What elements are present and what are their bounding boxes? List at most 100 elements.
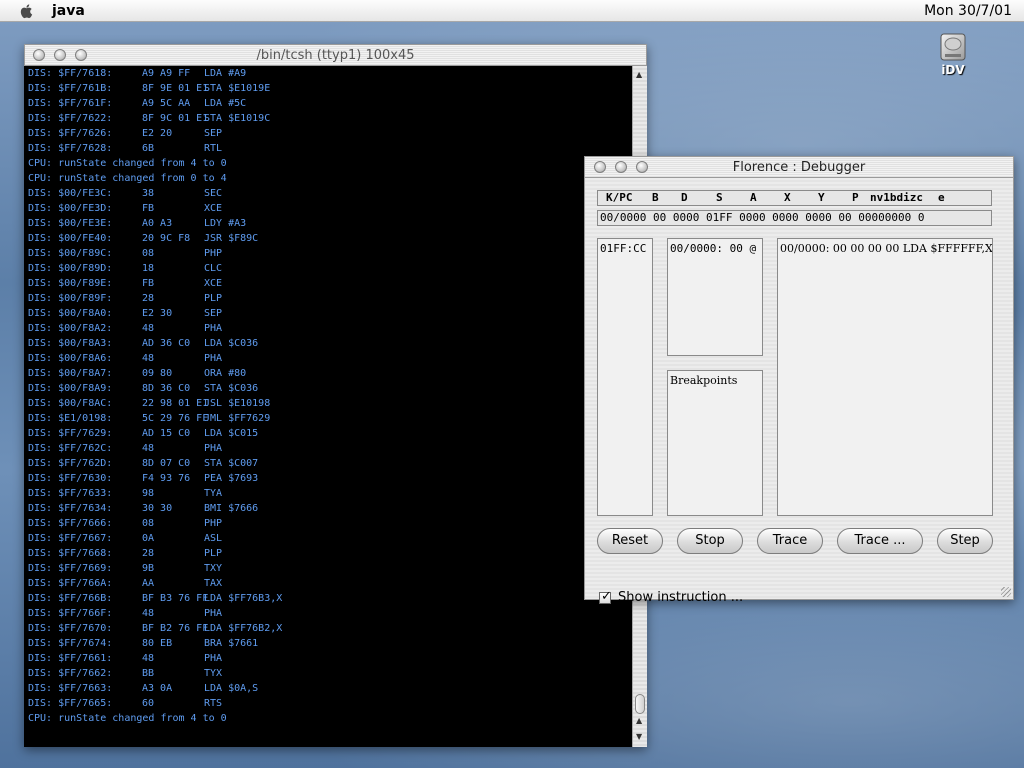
terminal-line: DIS: $FF/7628: 6B RTL xyxy=(28,141,282,156)
line-bytes: 48 xyxy=(142,353,155,364)
line-instruction: RTS xyxy=(204,698,223,709)
line-bytes: AD 36 C0 xyxy=(142,338,191,349)
show-instruction-checkbox[interactable]: ✓ xyxy=(599,589,612,604)
line-bytes: 80 EB xyxy=(142,638,173,649)
register-header-cell: P xyxy=(852,191,859,204)
checkmark-icon: ✓ xyxy=(601,589,612,604)
debugger-titlebar[interactable]: Florence : Debugger xyxy=(584,156,1014,178)
stop-button[interactable]: Stop xyxy=(677,528,743,554)
line-address: DIS: $00/F8A3: xyxy=(28,338,113,349)
line-address: DIS: $FF/7670: xyxy=(28,623,113,634)
line-address: DIS: $FF/7634: xyxy=(28,503,113,514)
app-menu[interactable]: java xyxy=(52,3,85,19)
terminal-output[interactable]: DIS: $FF/7618: A9 A9 FF LDA #A9 DIS: $FF/76… xyxy=(24,66,632,747)
line-bytes: 60 xyxy=(142,698,155,709)
line-address: DIS: $FF/7661: xyxy=(28,653,113,664)
register-header-cell: e xyxy=(938,191,945,204)
stack-panel[interactable]: 01FF:CC xyxy=(597,238,653,516)
show-instruction-label[interactable]: Show instruction ... xyxy=(618,590,743,605)
line-instruction: SEP xyxy=(204,128,223,139)
line-address: DIS: $FF/7674: xyxy=(28,638,113,649)
line-bytes: 5C 29 76 FF xyxy=(142,413,209,424)
terminal-line: DIS: $00/F89E: FB XCE xyxy=(28,276,282,291)
resize-grip-icon[interactable] xyxy=(1001,587,1011,597)
terminal-line: DIS: $FF/7668: 28 PLP xyxy=(28,546,282,561)
line-address: DIS: $FF/766A: xyxy=(28,578,113,589)
line-instruction: LDA $0A,S xyxy=(204,683,259,694)
terminal-line: DIS: $FF/7662: BB TYX xyxy=(28,666,282,681)
hard-disk-icon[interactable] xyxy=(936,32,970,62)
line-address: DIS: $FF/766B: xyxy=(28,593,113,604)
terminal-line: DIS: $FF/7667: 0A ASL xyxy=(28,531,282,546)
terminal-line: DIS: $FF/7634: 30 30 BMI $7666 xyxy=(28,501,282,516)
line-bytes: BF B2 76 FF xyxy=(142,623,209,634)
scroll-up-icon[interactable]: ▲ xyxy=(636,70,642,79)
memory-panel[interactable]: 00/0000: 00 @ xyxy=(667,238,763,356)
line-address: CPU: runState changed from 4 to 0 xyxy=(28,713,227,724)
line-address: DIS: $00/F8A0: xyxy=(28,308,113,319)
memory-text: 00/0000: 00 @ xyxy=(670,242,757,255)
terminal-line: DIS: $FF/7633: 98 TYA xyxy=(28,486,282,501)
apple-menu-icon[interactable] xyxy=(18,2,36,20)
line-instruction: LDA $C036 xyxy=(204,338,259,349)
debugger-body: K/PC B D S A X Y Pnv1bdizc e 00/0000 00 0000 01F… xyxy=(584,178,1014,605)
line-address: DIS: $FF/7669: xyxy=(28,563,113,574)
terminal-line: DIS: $00/F8A2: 48 PHA xyxy=(28,321,282,336)
terminal-line: DIS: $FF/761B: 8F 9E 01 E1 STA $E1019E xyxy=(28,81,282,96)
scroll-up-icon-bottom[interactable]: ▲ xyxy=(636,716,642,725)
disassembly-text: 00/0000: 00 00 00 00 LDA $FFFFFF,X xyxy=(780,242,993,255)
trace-button[interactable]: Trace xyxy=(757,528,823,554)
line-address: DIS: $FF/7622: xyxy=(28,113,113,124)
terminal-line: DIS: $FF/761F: A9 5C AA LDA #5C xyxy=(28,96,282,111)
line-instruction: LDY #A3 xyxy=(204,218,247,229)
line-instruction: PHP xyxy=(204,248,223,259)
trace-more-button[interactable]: Trace ... xyxy=(837,528,923,554)
line-address: DIS: $FF/7667: xyxy=(28,533,113,544)
terminal-line: DIS: $FF/7661: 48 PHA xyxy=(28,651,282,666)
register-header-row: K/PC B D S A X Y Pnv1bdizc e xyxy=(598,191,993,205)
line-bytes: F4 93 76 xyxy=(142,473,191,484)
line-bytes: 8F 9E 01 E1 xyxy=(142,83,209,94)
line-bytes: A3 0A xyxy=(142,683,173,694)
terminal-line: DIS: $00/F8A6: 48 PHA xyxy=(28,351,282,366)
line-instruction: LDA $FF76B3,X xyxy=(204,593,283,604)
scroll-thumb[interactable] xyxy=(635,694,645,714)
terminal-line: CPU: runState changed from 4 to 0 xyxy=(28,156,282,171)
step-button[interactable]: Step xyxy=(937,528,993,554)
reset-button[interactable]: Reset xyxy=(597,528,663,554)
terminal-line: CPU: runState changed from 0 to 4 xyxy=(28,171,282,186)
line-instruction: PHA xyxy=(204,353,223,364)
line-bytes: 48 xyxy=(142,323,155,334)
disassembly-panel[interactable]: 00/0000: 00 00 00 00 LDA $FFFFFF,X xyxy=(777,238,993,516)
line-bytes: 38 xyxy=(142,188,155,199)
line-instruction: STA $E1019E xyxy=(204,83,271,94)
terminal-line: CPU: runState changed from 4 to 0 xyxy=(28,711,282,726)
line-address: DIS: $00/F8A2: xyxy=(28,323,113,334)
line-bytes: E2 30 xyxy=(142,308,173,319)
terminal-line: DIS: $FF/7674: 80 EB BRA $7661 xyxy=(28,636,282,651)
line-instruction: STA $C007 xyxy=(204,458,259,469)
line-instruction: STA $E1019C xyxy=(204,113,271,124)
line-address: DIS: $FF/761B: xyxy=(28,83,113,94)
line-instruction: XCE xyxy=(204,278,223,289)
hard-disk-label: iDV xyxy=(941,63,965,77)
terminal-line: DIS: $00/F8A3: AD 36 C0 LDA $C036 xyxy=(28,336,282,351)
line-instruction: PHA xyxy=(204,608,223,619)
register-header-cell: Y xyxy=(818,191,825,204)
terminal-line: DIS: $FF/762D: 8D 07 C0 STA $C007 xyxy=(28,456,282,471)
line-instruction: SEP xyxy=(204,308,223,319)
register-values: 00/0000 00 0000 01FF 0000 0000 0000 00 0… xyxy=(597,210,992,226)
terminal-line: DIS: $00/F8A7: 09 80 ORA #80 xyxy=(28,366,282,381)
line-instruction: TXY xyxy=(204,563,223,574)
line-bytes: 48 xyxy=(142,443,155,454)
terminal-titlebar[interactable]: /bin/tcsh (ttyp1) 100x45 xyxy=(24,44,647,66)
line-instruction: ORA #80 xyxy=(204,368,247,379)
line-bytes: 48 xyxy=(142,608,155,619)
scroll-down-icon[interactable]: ▼ xyxy=(636,732,642,741)
line-instruction: TAX xyxy=(204,578,223,589)
terminal-line: DIS: $FF/7665: 60 RTS xyxy=(28,696,282,711)
menu-clock[interactable]: Mon 30/7/01 xyxy=(924,3,1012,19)
breakpoints-panel[interactable]: Breakpoints xyxy=(667,370,763,516)
debugger-window: Florence : Debugger K/PC B D S A X Y Pnv1bdizc e… xyxy=(584,156,1014,605)
line-instruction: PEA $7693 xyxy=(204,473,259,484)
